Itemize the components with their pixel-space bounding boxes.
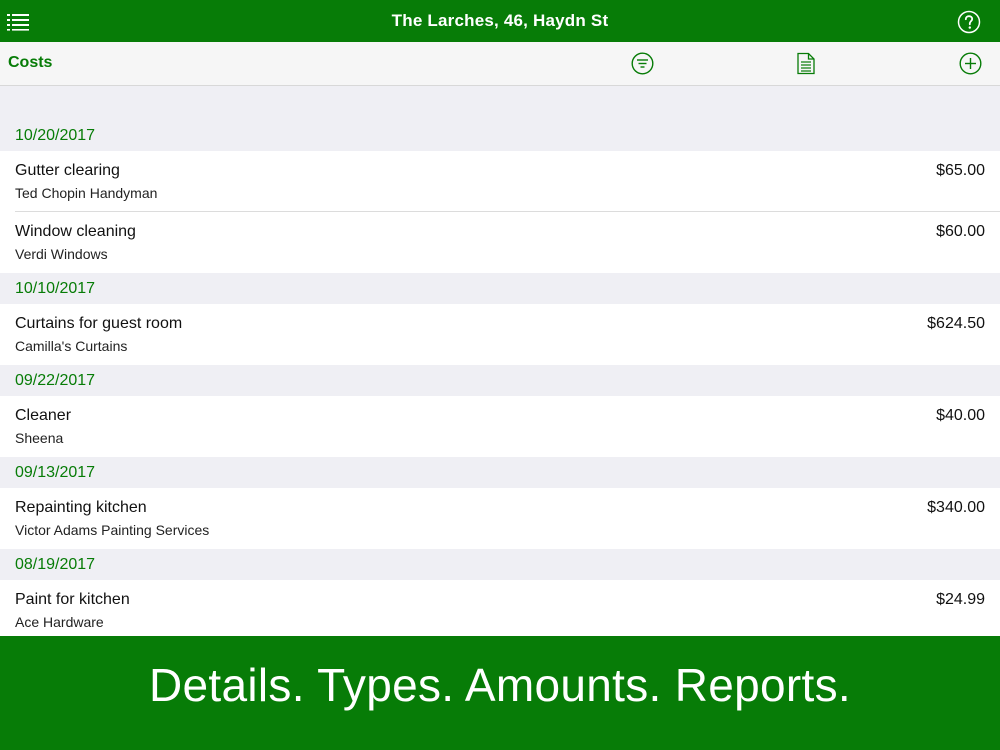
cost-name: Repainting kitchen <box>15 499 147 516</box>
section-title: Costs <box>8 54 53 71</box>
cost-row[interactable]: Gutter clearing Ted Chopin Handyman $65.… <box>0 151 1000 212</box>
cost-name: Curtains for guest room <box>15 315 183 332</box>
cost-row[interactable]: Cleaner Sheena $40.00 <box>0 396 1000 457</box>
cost-vendor: Verdi Windows <box>15 246 108 262</box>
date-header: 09/13/2017 <box>0 457 1000 488</box>
cost-vendor: Sheena <box>15 430 64 446</box>
cost-name: Gutter clearing <box>15 162 120 179</box>
cost-row[interactable]: Repainting kitchen Victor Adams Painting… <box>0 488 1000 549</box>
question-circle-icon[interactable] <box>957 10 981 34</box>
cost-row[interactable]: Window cleaning Verdi Windows $60.00 <box>0 212 1000 273</box>
date-header: 08/19/2017 <box>0 549 1000 580</box>
list-top-spacer <box>0 86 1000 120</box>
cost-amount: $24.99 <box>936 591 985 608</box>
date-header: 09/22/2017 <box>0 365 1000 396</box>
date-header: 10/20/2017 <box>0 120 1000 151</box>
add-circle-icon[interactable] <box>959 52 982 80</box>
promo-banner: Details. Types. Amounts. Reports. <box>0 636 1000 750</box>
costs-list: 10/20/2017 Gutter clearing Ted Chopin Ha… <box>0 120 1000 641</box>
date-header: 10/10/2017 <box>0 273 1000 304</box>
cost-vendor: Ted Chopin Handyman <box>15 185 158 201</box>
cost-name: Window cleaning <box>15 223 136 240</box>
promo-tagline: Details. Types. Amounts. Reports. <box>149 659 851 711</box>
cost-name: Cleaner <box>15 407 72 424</box>
cost-name: Paint for kitchen <box>15 591 130 608</box>
page-title: The Larches, 46, Haydn St <box>391 11 609 30</box>
filter-icon[interactable] <box>631 52 654 80</box>
document-icon[interactable] <box>796 52 816 80</box>
cost-row[interactable]: Paint for kitchen Ace Hardware $24.99 <box>0 580 1000 641</box>
cost-amount: $40.00 <box>936 407 985 424</box>
cost-row[interactable]: Curtains for guest room Camilla's Curtai… <box>0 304 1000 365</box>
cost-amount: $65.00 <box>936 162 985 179</box>
cost-amount: $60.00 <box>936 223 985 240</box>
navigation-bar: The Larches, 46, Haydn St <box>0 0 1000 42</box>
cost-vendor: Victor Adams Painting Services <box>15 522 210 538</box>
cost-amount: $340.00 <box>927 499 985 516</box>
toolbar: Costs <box>0 42 1000 86</box>
cost-vendor: Ace Hardware <box>15 614 104 630</box>
cost-amount: $624.50 <box>927 315 985 332</box>
cost-vendor: Camilla's Curtains <box>15 338 128 354</box>
